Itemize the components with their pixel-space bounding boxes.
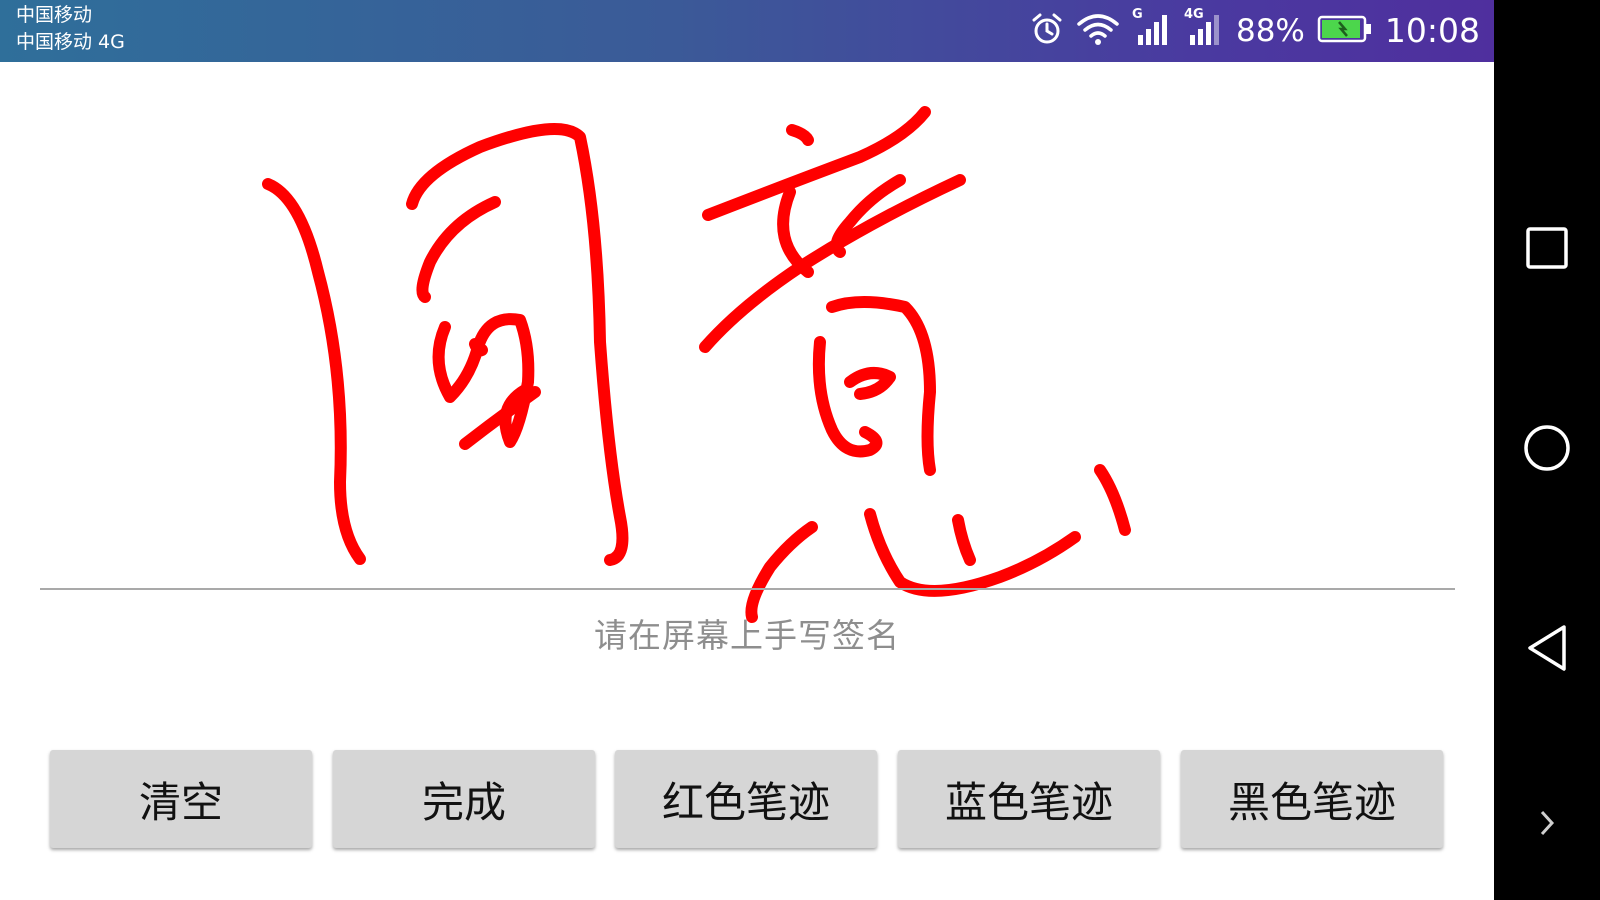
status-bar: 中国移动 中国移动 4G G 4G 88% 10:08 — [0, 0, 1494, 62]
home-icon — [1522, 423, 1572, 477]
battery-percentage: 88% — [1235, 13, 1305, 49]
signature-canvas[interactable]: 请在屏幕上手写签名 清空 完成 红色笔迹 蓝色笔迹 黑色笔迹 — [0, 62, 1494, 900]
red-ink-button[interactable]: 红色笔迹 — [615, 750, 877, 848]
back-button[interactable] — [1494, 605, 1600, 695]
expand-button[interactable] — [1494, 780, 1600, 870]
blue-ink-button[interactable]: 蓝色笔迹 — [898, 750, 1160, 848]
recent-apps-icon — [1525, 226, 1569, 274]
stroke — [1094, 464, 1131, 536]
carrier-primary: 中国移动 — [16, 4, 93, 26]
signature-hint: 请在屏幕上手写签名 — [594, 616, 900, 655]
stroke — [416, 196, 501, 303]
wifi-icon — [1076, 11, 1120, 51]
recent-apps-button[interactable] — [1494, 205, 1600, 295]
stroke — [745, 521, 818, 623]
stroke — [262, 178, 366, 565]
status-icons: G 4G 88% 10:08 — [1030, 7, 1480, 54]
clock: 10:08 — [1384, 11, 1480, 50]
navigation-bar — [1494, 0, 1600, 900]
expand-icon — [1537, 808, 1557, 842]
black-ink-button[interactable]: 黑色笔迹 — [1181, 750, 1443, 848]
network-type-label: 4G — [1183, 7, 1204, 22]
alarm-icon — [1030, 12, 1064, 50]
carrier-secondary: 中国移动 4G — [16, 31, 125, 53]
back-icon — [1524, 623, 1570, 677]
signature-baseline — [40, 588, 1455, 590]
stroke — [952, 514, 976, 566]
battery-charging-icon — [1317, 14, 1373, 48]
stroke — [786, 124, 814, 146]
done-button[interactable]: 完成 — [333, 750, 595, 848]
stroke — [702, 106, 931, 221]
signal-icon: G — [1132, 7, 1172, 51]
stroke — [469, 338, 488, 357]
stroke — [844, 367, 896, 400]
signal-icon: 4G — [1184, 7, 1224, 51]
clear-button[interactable]: 清空 — [50, 750, 312, 848]
network-type-label: G — [1131, 7, 1143, 22]
home-button[interactable] — [1494, 405, 1600, 495]
